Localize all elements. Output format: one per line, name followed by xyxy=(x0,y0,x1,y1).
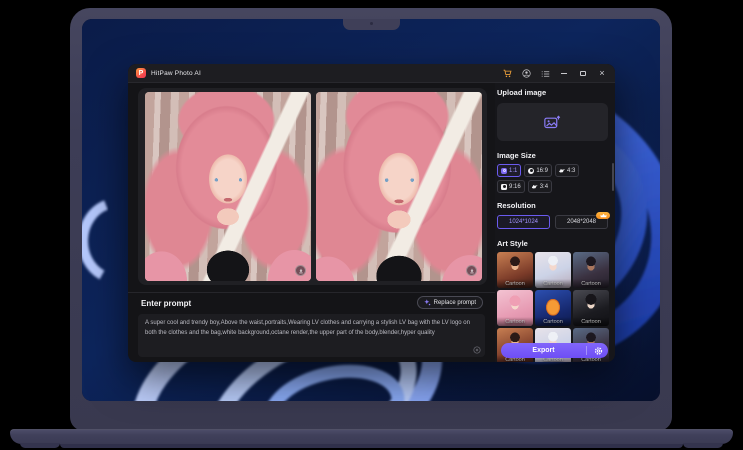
download-icon[interactable] xyxy=(295,265,306,276)
sidebar: Upload image Image Size 1:1 xyxy=(495,83,615,362)
generated-image-right[interactable] xyxy=(316,92,482,281)
hitpaw-logo: P xyxy=(136,68,146,78)
image-compare-panel xyxy=(138,88,487,285)
replace-prompt-button[interactable]: Replace prompt xyxy=(417,296,483,309)
prompt-text: A super cool and trendy boy,Above the wa… xyxy=(138,314,485,344)
gear-icon[interactable] xyxy=(594,346,603,355)
prompt-label: Enter prompt xyxy=(141,299,191,308)
art-style-thumb[interactable]: Cartoon xyxy=(535,290,571,326)
art-style-label: Art Style xyxy=(497,239,608,248)
titlebar: P HitPaw Photo AI × xyxy=(128,64,615,83)
laptop-base-lip xyxy=(60,444,683,448)
maximize-icon[interactable] xyxy=(578,68,588,80)
menu-icon[interactable] xyxy=(540,68,550,80)
upload-image-dropzone[interactable] xyxy=(497,103,608,141)
minimize-icon[interactable] xyxy=(559,68,569,80)
crown-icon xyxy=(600,213,607,218)
aspect-ratio-options: 1:1 16:9 4:3 9:16 xyxy=(497,164,608,193)
export-button[interactable]: Export xyxy=(501,343,608,358)
camera-icon xyxy=(501,184,507,190)
upload-image-icon xyxy=(544,115,561,129)
prompt-header: Enter prompt Replace prompt xyxy=(128,296,495,312)
main-row: Enter prompt Replace prompt A super cool… xyxy=(128,83,615,362)
laptop-foot-left xyxy=(20,443,60,448)
aspect-ratio-1-1[interactable]: 1:1 xyxy=(497,164,521,177)
prompt-input[interactable]: A super cool and trendy boy,Above the wa… xyxy=(138,314,485,357)
twitter-icon xyxy=(532,184,538,190)
app-window: P HitPaw Photo AI × xyxy=(128,64,615,362)
export-divider xyxy=(586,346,587,355)
window-title: HitPaw Photo AI xyxy=(151,70,201,77)
aspect-ratio-3-4[interactable]: 3:4 xyxy=(528,180,552,193)
section-divider xyxy=(128,292,495,293)
image-size-label: Image Size xyxy=(497,151,608,160)
aspect-ratio-4-3[interactable]: 4:3 xyxy=(555,164,579,177)
art-style-thumb[interactable]: Cartoon xyxy=(535,252,571,288)
art-style-thumb[interactable]: Cartoon xyxy=(573,252,609,288)
circle-icon xyxy=(528,168,534,174)
export-label: Export xyxy=(501,343,586,358)
art-style-thumb[interactable]: Cartoon xyxy=(497,252,533,288)
cart-icon[interactable] xyxy=(502,68,512,80)
resolution-label: Resolution xyxy=(497,201,608,210)
account-icon[interactable] xyxy=(521,68,531,80)
vip-badge xyxy=(596,212,610,219)
close-icon[interactable]: × xyxy=(597,68,607,80)
sparkle-icon xyxy=(424,299,431,306)
instagram-icon xyxy=(501,168,507,174)
aspect-ratio-16-9[interactable]: 16:9 xyxy=(524,164,552,177)
download-icon[interactable] xyxy=(466,265,477,276)
laptop-foot-right xyxy=(683,443,723,448)
resolution-2048[interactable]: 2048*2048 xyxy=(555,215,608,229)
twitter-icon xyxy=(559,168,565,174)
laptop-notch xyxy=(343,19,400,30)
art-style-thumb[interactable]: Cartoon xyxy=(573,290,609,326)
laptop-base xyxy=(10,429,733,444)
art-style-thumb[interactable]: Cartoon xyxy=(497,290,533,326)
sidebar-scrollbar[interactable] xyxy=(612,163,614,191)
resolution-1024[interactable]: 1024*1024 xyxy=(497,215,550,229)
replace-prompt-label: Replace prompt xyxy=(434,300,476,306)
resolution-options: 1024*1024 2048*2048 xyxy=(497,215,608,229)
generated-image-left[interactable] xyxy=(145,92,311,281)
aspect-ratio-9-16[interactable]: 9:16 xyxy=(497,180,525,193)
scene: P HitPaw Photo AI × xyxy=(0,0,743,450)
portrait-left xyxy=(145,92,311,281)
clear-icon[interactable] xyxy=(473,346,481,354)
portrait-right xyxy=(316,92,482,281)
titlebar-icons: × xyxy=(502,64,607,83)
content-area: Enter prompt Replace prompt A super cool… xyxy=(128,83,495,362)
webcam-dot xyxy=(370,22,373,25)
upload-section-label: Upload image xyxy=(497,88,608,97)
